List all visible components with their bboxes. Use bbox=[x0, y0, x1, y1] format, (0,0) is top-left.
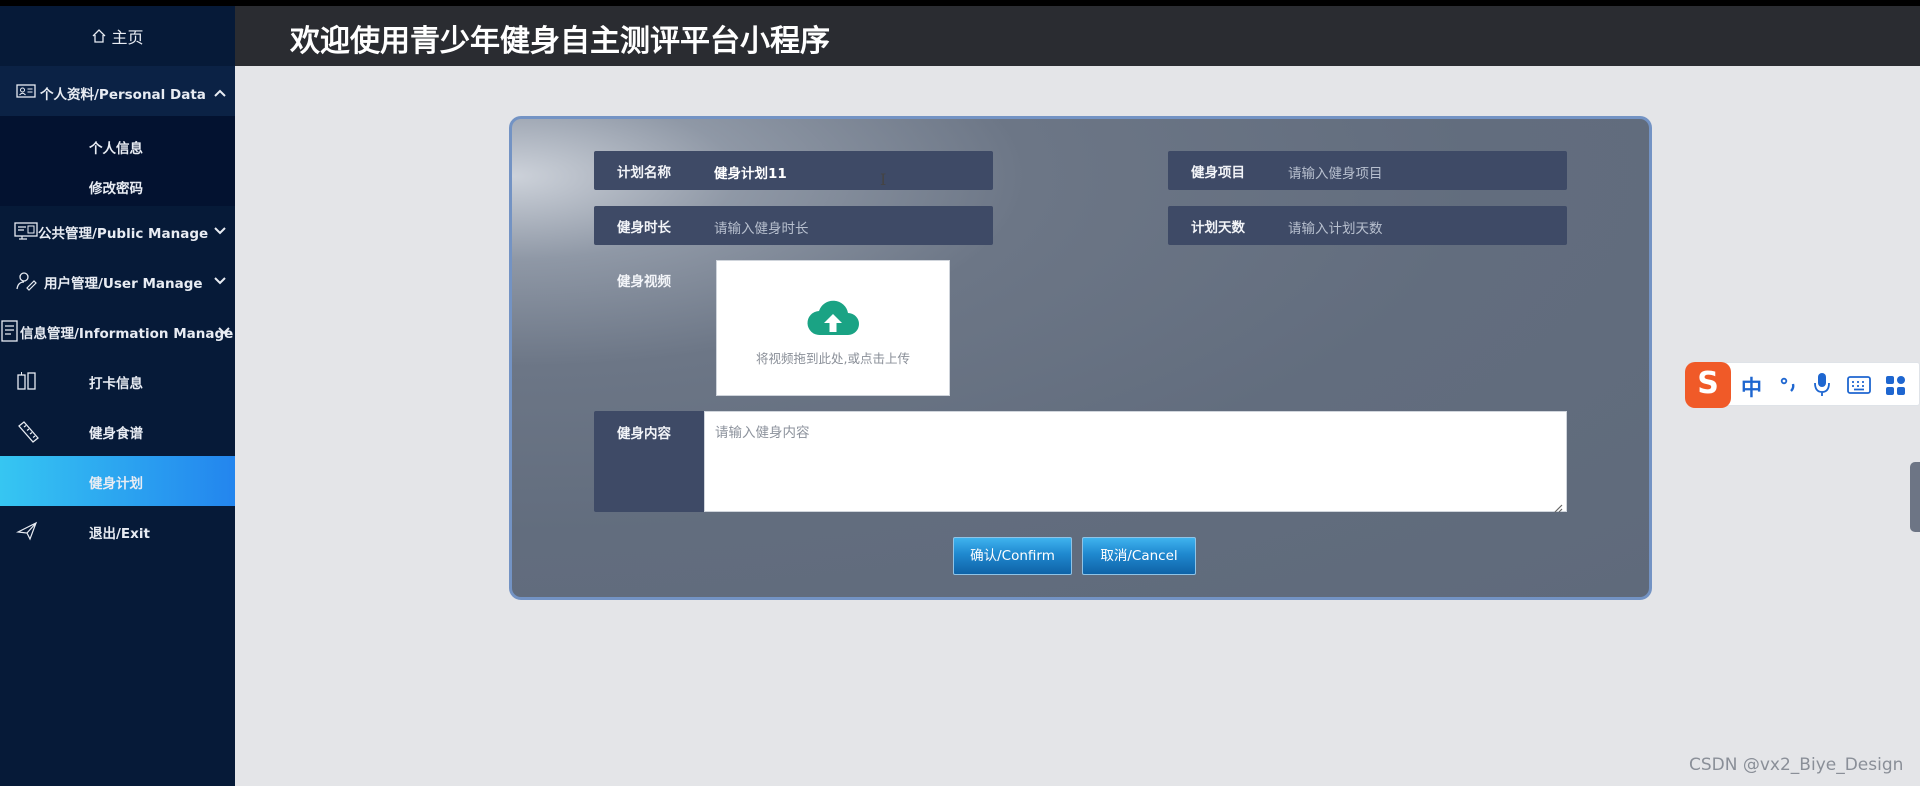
sidebar-item-label: 个人资料/Personal Data bbox=[40, 87, 206, 103]
ruler-icon bbox=[16, 421, 39, 443]
video-label: 健身视频 bbox=[617, 274, 671, 290]
punctuation-icon[interactable] bbox=[1779, 373, 1799, 397]
sidebar-item-label: 健身食谱 bbox=[89, 426, 143, 442]
sidebar-item-label: 打卡信息 bbox=[89, 376, 143, 392]
cloud-upload-icon bbox=[806, 299, 860, 339]
microphone-icon[interactable] bbox=[1813, 372, 1831, 398]
sidebar-item-information-manage[interactable]: 信息管理/Information Manage bbox=[0, 306, 235, 356]
sidebar-item-exit[interactable]: 退出/Exit bbox=[0, 506, 235, 556]
fitness-item-input[interactable]: 请输入健身项目 bbox=[1288, 162, 1383, 182]
sidebar-item-plan[interactable]: 健身计划 bbox=[0, 456, 235, 506]
duration-input[interactable]: 请输入健身时长 bbox=[714, 217, 809, 237]
field-label: 健身内容 bbox=[617, 426, 671, 442]
home-icon bbox=[91, 28, 107, 44]
send-icon bbox=[15, 521, 38, 541]
cancel-button[interactable]: 取消/Cancel bbox=[1082, 537, 1196, 575]
sidebar-item-label: 退出/Exit bbox=[89, 526, 150, 542]
id-card-icon bbox=[16, 83, 38, 103]
sidebar-item-personal-data[interactable]: 个人资料/Personal Data bbox=[0, 66, 235, 120]
field-plan-name: 计划名称 健身计划11 bbox=[594, 151, 993, 190]
document-icon bbox=[0, 319, 22, 342]
text-cursor-icon: I bbox=[880, 170, 887, 189]
checkin-icon bbox=[16, 371, 38, 391]
plan-name-input[interactable]: 健身计划11 bbox=[714, 162, 787, 182]
sidebar-item-public-manage[interactable]: 公共管理/Public Manage bbox=[0, 206, 235, 256]
scroll-handle[interactable] bbox=[1910, 462, 1920, 532]
resize-handle-icon[interactable] bbox=[1553, 498, 1563, 513]
ime-language-toggle[interactable]: 中 bbox=[1741, 372, 1762, 402]
sidebar-item-user-manage[interactable]: 用户管理/User Manage bbox=[0, 256, 235, 306]
top-header: 欢迎使用青少年健身自主测评平台小程序 bbox=[235, 6, 1920, 66]
apps-grid-icon[interactable] bbox=[1885, 375, 1907, 397]
field-label: 计划名称 bbox=[617, 165, 671, 181]
sogou-logo[interactable]: S bbox=[1685, 362, 1731, 408]
sidebar-item-personal-info[interactable]: 个人信息 bbox=[89, 137, 143, 157]
field-label: 健身时长 bbox=[617, 220, 671, 236]
user-edit-icon bbox=[16, 271, 38, 291]
watermark: CSDN @vx2_Biye_Design bbox=[1689, 755, 1904, 775]
field-label: 健身项目 bbox=[1191, 165, 1245, 181]
plan-days-input[interactable]: 请输入计划天数 bbox=[1288, 217, 1383, 237]
field-content: 健身内容 请输入健身内容 bbox=[594, 411, 1567, 513]
video-upload[interactable]: 将视频拖到此处,或点击上传 bbox=[716, 260, 950, 396]
field-plan-days: 计划天数 请输入计划天数 bbox=[1168, 206, 1567, 245]
sidebar-item-label: 信息管理/Information Manage bbox=[20, 326, 234, 342]
sidebar-item-label: 健身计划 bbox=[89, 476, 143, 492]
sidebar-item-change-password[interactable]: 修改密码 bbox=[89, 177, 143, 197]
field-duration: 健身时长 请输入健身时长 bbox=[594, 206, 993, 245]
keyboard-icon[interactable] bbox=[1847, 375, 1871, 395]
chevron-down-icon bbox=[213, 273, 227, 287]
ime-toolbar: S 中 bbox=[1685, 362, 1920, 408]
chevron-down-icon bbox=[213, 223, 227, 237]
sidebar: 主页 个人资料/Personal Data 个人信息 修改密码 公共管理/Pub… bbox=[0, 6, 235, 786]
content-textarea[interactable]: 请输入健身内容 bbox=[704, 411, 1567, 513]
sidebar-item-home[interactable]: 主页 bbox=[0, 6, 235, 66]
sidebar-item-label: 用户管理/User Manage bbox=[44, 276, 203, 292]
content-placeholder: 请输入健身内容 bbox=[715, 425, 810, 441]
field-label: 计划天数 bbox=[1191, 220, 1245, 236]
sidebar-item-label: 公共管理/Public Manage bbox=[38, 226, 209, 242]
chevron-down-icon bbox=[217, 323, 231, 337]
sidebar-item-diet[interactable]: 健身食谱 bbox=[0, 406, 235, 456]
field-fitness-item: 健身项目 请输入健身项目 bbox=[1168, 151, 1567, 190]
monitor-icon bbox=[14, 221, 38, 241]
page-title: 欢迎使用青少年健身自主测评平台小程序 bbox=[290, 24, 830, 59]
chevron-up-icon bbox=[213, 86, 227, 100]
submenu-personal: 个人信息 修改密码 bbox=[0, 116, 235, 206]
sidebar-item-label: 主页 bbox=[111, 28, 144, 47]
confirm-button[interactable]: 确认/Confirm bbox=[953, 537, 1072, 575]
sidebar-item-checkin[interactable]: 打卡信息 bbox=[0, 356, 235, 406]
upload-hint: 将视频拖到此处,或点击上传 bbox=[756, 351, 910, 366]
